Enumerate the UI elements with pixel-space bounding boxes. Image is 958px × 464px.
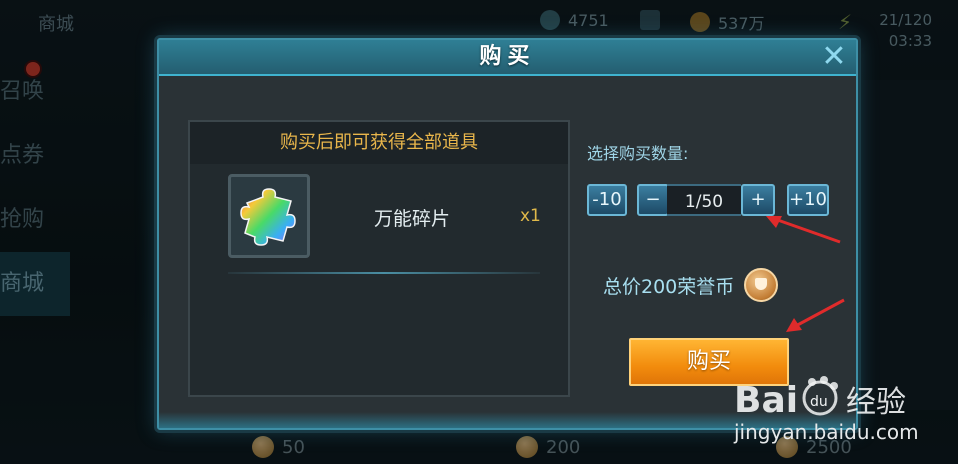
- quantity-label: 选择购买数量:: [587, 144, 689, 163]
- quantity-field[interactable]: 1/50: [667, 184, 741, 216]
- annotation-arrow-stepper: [766, 216, 841, 244]
- svg-text:经验: 经验: [846, 385, 906, 420]
- total-price-text: 总价200荣誉币: [603, 275, 735, 298]
- item-quantity: x1: [520, 206, 541, 226]
- svg-text:Bai: Bai: [734, 380, 798, 421]
- dialog-title: 购买: [479, 44, 536, 69]
- item-frame[interactable]: [228, 174, 310, 258]
- rainbow-puzzle-icon: [240, 188, 296, 246]
- svg-text:du: du: [810, 394, 828, 410]
- divider: [228, 272, 540, 274]
- minus-button[interactable]: −: [637, 184, 669, 216]
- annotation-arrow-buy: [786, 298, 845, 332]
- minus-ten-button[interactable]: -10: [587, 184, 627, 216]
- close-icon: ✕: [821, 39, 847, 74]
- reward-item: 万能碎片 x1: [190, 164, 568, 274]
- close-button[interactable]: ✕: [819, 42, 849, 73]
- reward-items-box: 购买后即可获得全部道具 万能碎片 x1: [188, 120, 570, 397]
- reward-header: 购买后即可获得全部道具: [190, 122, 568, 164]
- total-price: 总价200荣誉币: [603, 268, 779, 302]
- item-name: 万能碎片: [374, 208, 451, 230]
- honor-coin-icon: [744, 268, 779, 302]
- watermark-url: jingyan.baidu.com: [734, 420, 919, 444]
